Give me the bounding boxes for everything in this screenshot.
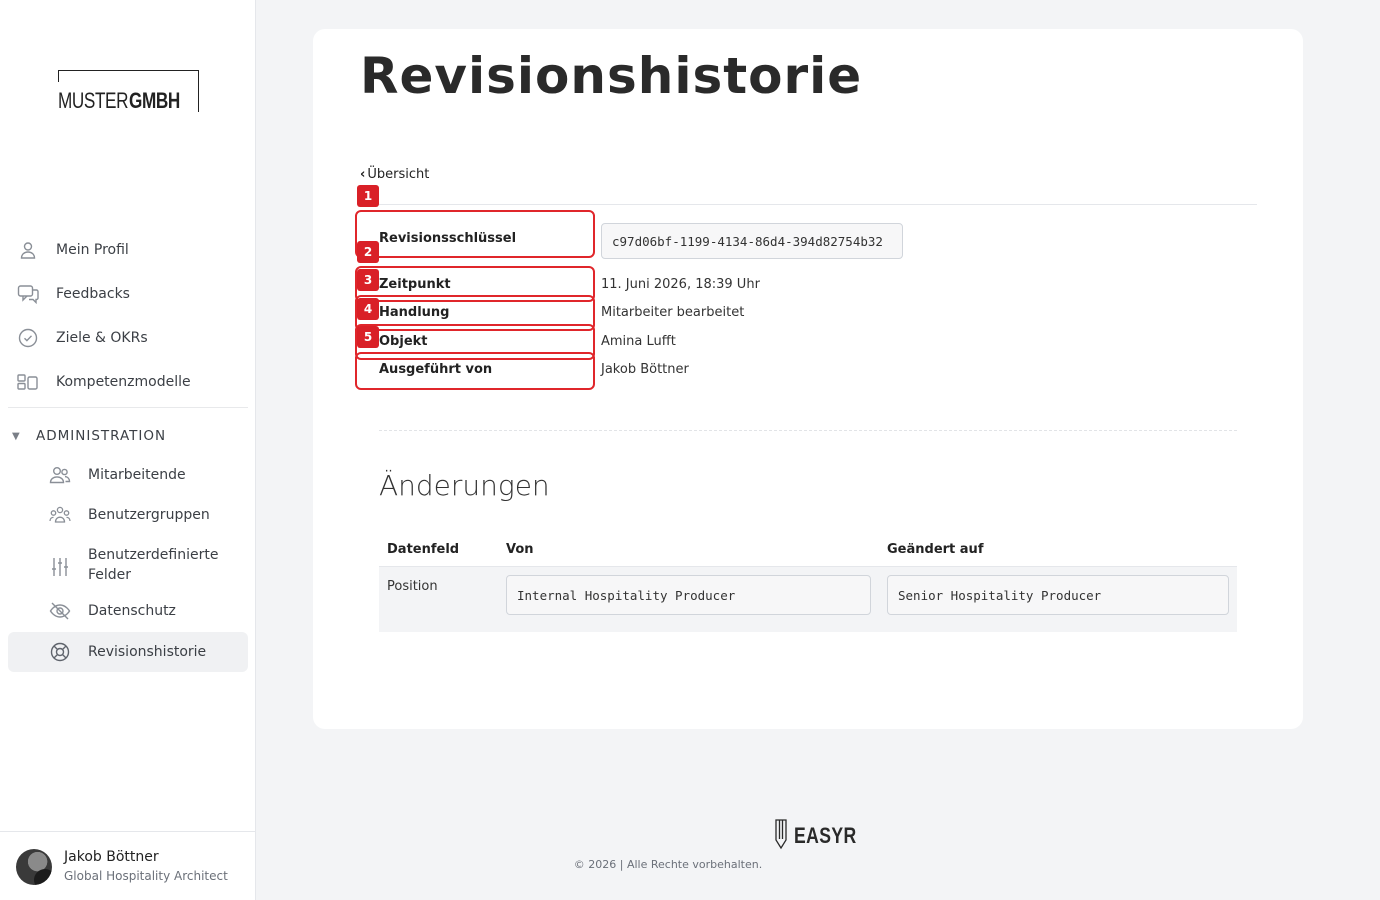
sidebar-item-datenschutz[interactable]: Datenschutz: [8, 591, 248, 631]
sidebar-item-kompetenzmodelle[interactable]: Kompetenzmodelle: [8, 362, 248, 402]
new-value-field[interactable]: Senior Hospitality Producer: [887, 575, 1229, 615]
logo-text-muster: MUSTER: [58, 88, 129, 113]
annotation-box-6: [355, 352, 595, 390]
sidebar-item-label: Mitarbeitende: [88, 467, 186, 483]
group-icon: [48, 503, 72, 527]
user-icon: [16, 238, 40, 262]
chevron-left-icon: ‹: [360, 167, 366, 182]
page-title: Revisionshistorie: [360, 47, 863, 105]
action-value: Mitarbeiter bearbeitet: [601, 305, 745, 320]
annotation-badge-2: 2: [357, 241, 379, 263]
annotation-badge-1: 1: [357, 185, 379, 207]
sidebar: MUSTER GMBH Mein Profil Feedbacks Ziele &…: [0, 0, 256, 900]
sidebar-item-label: Revisionshistorie: [88, 644, 207, 660]
changes-heading: Änderungen: [379, 469, 550, 502]
footer-brand: EASYR: [794, 823, 857, 848]
object-value: Amina Lufft: [601, 334, 676, 349]
sidebar-section-administration[interactable]: ▼ ADMINISTRATION: [12, 428, 166, 444]
sidebar-item-label: Feedbacks: [56, 286, 130, 302]
table-row: Position Internal Hospitality Producer S…: [379, 567, 1237, 632]
sidebar-item-label: Datenschutz: [88, 603, 176, 619]
annotation-badge-3: 3: [357, 269, 379, 291]
column-header-from: Von: [506, 542, 534, 557]
eye-off-icon: [48, 599, 72, 623]
sidebar-item-revisionshistorie[interactable]: Revisionshistorie: [8, 632, 248, 672]
annotation-badge-4: 4: [357, 298, 379, 320]
sidebar-item-benutzergruppen[interactable]: Benutzergruppen: [8, 495, 248, 535]
lifebuoy-icon: [48, 640, 72, 664]
old-value-field[interactable]: Internal Hospitality Producer: [506, 575, 871, 615]
executed-by-value: Jakob Böttner: [601, 362, 689, 377]
footer-copyright: © 2026 | Alle Rechte vorbehalten.: [573, 858, 763, 871]
sidebar-item-label: Mein Profil: [56, 242, 129, 258]
user-role: Global Hospitality Architect: [64, 869, 228, 883]
sidebar-item-ziele-okrs[interactable]: Ziele & OKRs: [8, 318, 248, 358]
sidebar-item-feedbacks[interactable]: Feedbacks: [8, 274, 248, 314]
sliders-icon: [48, 555, 72, 579]
chat-icon: [16, 282, 40, 306]
layout-icon: [16, 370, 40, 394]
sidebar-item-mitarbeitende[interactable]: Mitarbeitende: [8, 455, 248, 495]
sidebar-item-label: Benutzerdefinierte Felder: [88, 547, 219, 583]
company-logo[interactable]: MUSTER GMBH: [58, 70, 199, 113]
section-label: ADMINISTRATION: [36, 428, 167, 444]
sidebar-item-label: Kompetenzmodelle: [56, 374, 191, 390]
sidebar-item-label: Benutzergruppen: [88, 507, 210, 523]
column-header-field: Datenfeld: [387, 542, 460, 557]
sidebar-item-label: Ziele & OKRs: [56, 330, 148, 346]
column-header-to: Geändert auf: [887, 542, 984, 557]
timestamp-value: 11. Juni 2026, 18:39 Uhr: [601, 277, 760, 292]
field-name: Position: [387, 579, 438, 594]
sidebar-item-benutzerdefinierte-felder[interactable]: Benutzerdefinierte Felder: [8, 541, 248, 589]
logo-text-gmbh: GMBH: [129, 88, 180, 113]
triangle-down-icon: ▼: [12, 430, 20, 442]
users-icon: [48, 463, 72, 487]
annotation-badge-5: 5: [357, 326, 379, 348]
annotation-box-1: [355, 210, 595, 258]
back-link-label: Übersicht: [367, 167, 430, 182]
pencil-icon: [772, 818, 790, 854]
back-link[interactable]: ‹ Übersicht: [360, 167, 429, 182]
footer-logo[interactable]: EASYR: [772, 818, 872, 854]
revision-key-value[interactable]: c97d06bf-1199-4134-86d4-394d82754b32: [601, 223, 903, 259]
check-circle-icon: [16, 326, 40, 350]
sidebar-item-mein-profil[interactable]: Mein Profil: [8, 230, 248, 270]
